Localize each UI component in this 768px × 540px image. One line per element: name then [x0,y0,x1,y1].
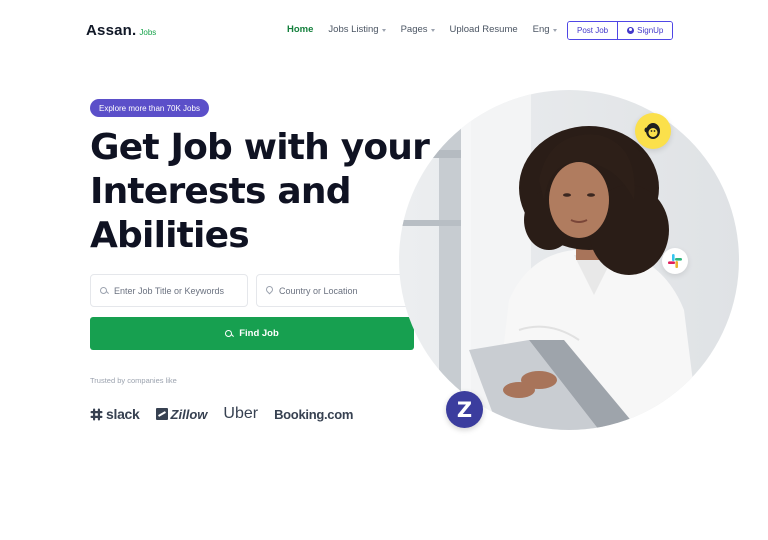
nav-label: Eng [532,24,550,35]
chevron-down-icon [430,28,435,32]
signup-button[interactable]: SignUp [618,22,673,39]
trusted-by-label: Trusted by companies like [90,376,177,385]
nav-label: Upload Resume [449,24,518,35]
slack-hash-icon [90,408,103,420]
job-search-field[interactable] [90,274,248,307]
z-letter: Z [456,397,473,422]
hero-title-line: Get Job with your [90,127,430,168]
nav-item-jobs-listing[interactable]: Jobs Listing [328,24,386,35]
chevron-down-icon [552,28,557,32]
post-job-button[interactable]: Post Job [568,22,619,39]
uber-wordmark: Uber [223,405,259,422]
nav-label: Home [287,24,314,35]
user-icon [627,27,635,34]
hero-photo [399,90,739,430]
find-job-button[interactable]: Find Job [90,317,414,350]
jobs-count-badge: Explore more than 70K Jobs [90,99,209,117]
z-company-badge: Z [446,391,483,428]
find-job-label: Find Job [239,328,279,339]
nav-item-home[interactable]: Home [287,24,313,35]
logo-main-text: Assan. [86,22,137,39]
site-header: Assan. Jobs Home Jobs Listing Pages Uplo… [0,0,768,62]
hero-title-line: Abilities [90,215,250,256]
logo[interactable]: Assan. Jobs [86,22,156,39]
slack-badge [662,248,688,274]
booking-logo: Booking.com [274,407,353,422]
search-icon [100,286,108,295]
search-icon [225,329,233,338]
uber-logo: Uber [223,405,258,423]
slack-wordmark: slack [106,406,140,422]
nav-label: Pages [400,24,428,35]
booking-wordmark: Booking.com [274,406,354,422]
zillow-mark-icon [155,408,168,420]
slack-icon [668,254,682,268]
post-job-label: Post Job [577,26,609,35]
hero-title-line: Interests and [90,171,352,212]
brand-logos: slack Zillow Uber Booking.com [90,404,369,424]
logo-sub-text: Jobs [139,28,157,37]
zillow-wordmark: Zillow [170,406,208,422]
main-nav: Home Jobs Listing Pages Upload Resume En… [287,24,572,35]
signup-label: SignUp [637,26,664,35]
location-input[interactable] [279,285,409,296]
job-title-input[interactable] [114,285,244,296]
woman-at-laptop-illustration [399,90,739,430]
hero-title: Get Job with your Interests and Abilitie… [90,126,430,258]
nav-label: Jobs Listing [328,24,379,35]
nav-item-upload-resume[interactable]: Upload Resume [450,24,518,35]
mailchimp-icon [644,123,660,139]
nav-item-pages[interactable]: Pages [401,24,435,35]
slack-logo: slack [90,406,140,422]
zillow-logo: Zillow [155,406,208,422]
location-pin-icon [266,286,273,295]
nav-item-language[interactable]: Eng [533,24,557,35]
mailchimp-badge [635,113,671,149]
badge-text: Explore more than 70K Jobs [99,103,200,113]
chevron-down-icon [381,28,386,32]
header-actions: Post Job SignUp [567,21,674,40]
location-search-field[interactable] [256,274,414,307]
